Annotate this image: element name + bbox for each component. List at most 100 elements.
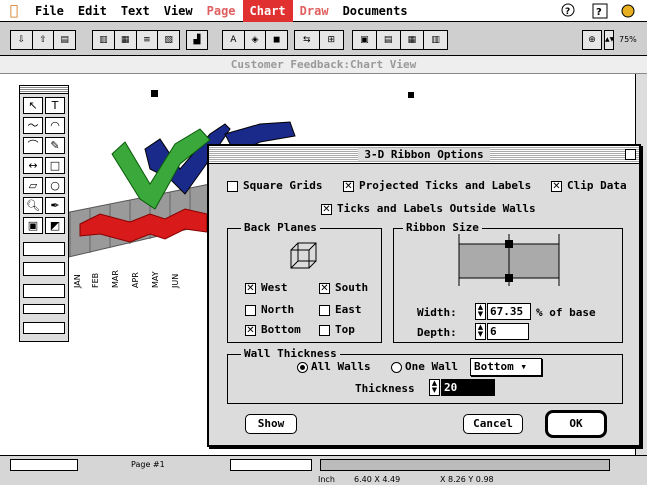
width-label: Width: <box>417 306 457 319</box>
arc-tool-icon[interactable]: ◠ <box>45 117 65 134</box>
file-buttons-group[interactable]: ⇩ ⇧ ▤ <box>10 30 76 50</box>
coordinates-readout: X 8.26 Y 0.98 <box>440 475 494 484</box>
zoom-tool-button[interactable]: ⊕ <box>582 30 602 50</box>
save-icon[interactable]: ⇧ <box>33 31 55 49</box>
show-button[interactable]: Show <box>245 414 297 434</box>
chart-type-button[interactable]: ▟ <box>186 30 208 50</box>
color-tool-icon[interactable]: ▣ <box>23 217 43 234</box>
apple-menu-icon[interactable]:  <box>0 0 28 22</box>
ok-button[interactable]: OK <box>545 410 607 438</box>
ribbon-size-preview[interactable] <box>449 234 569 286</box>
thickness-stepper[interactable]: ▲ ▼ <box>429 379 440 396</box>
all-walls-radio[interactable] <box>297 362 308 373</box>
layout-icon[interactable]: ▧ <box>158 31 179 49</box>
horizontal-scrollbar[interactable] <box>320 459 610 471</box>
zoom-icon[interactable]: ⊕ <box>583 31 601 49</box>
fill-swatch[interactable] <box>23 242 65 256</box>
line-width-swatch[interactable] <box>23 304 65 314</box>
units-readout: Inch <box>318 475 335 484</box>
wall-select[interactable]: Bottom ▾ <box>470 358 542 376</box>
menu-text[interactable]: Text <box>114 0 157 22</box>
page-number: Page #1 <box>131 460 165 469</box>
east-checkbox[interactable] <box>319 305 330 316</box>
distribute-icon[interactable]: ▥ <box>424 31 447 49</box>
text-tool-icon[interactable]: T <box>45 97 65 114</box>
series-icon[interactable]: ⇆ <box>295 31 320 49</box>
line-icon[interactable]: ◼ <box>266 31 287 49</box>
one-wall-radio[interactable] <box>391 362 402 373</box>
zoom-stepper-icon[interactable]: ▲▼ <box>605 31 614 49</box>
group-icon[interactable]: ▦ <box>401 31 425 49</box>
pencil-tool-icon[interactable]: ✎ <box>45 137 65 154</box>
print-icon[interactable]: ▤ <box>54 31 75 49</box>
format-buttons-group[interactable]: A ◈ ◼ <box>222 30 288 50</box>
width-field[interactable]: 67.35 <box>487 303 531 320</box>
menu-edit[interactable]: Edit <box>71 0 114 22</box>
projected-ticks-checkbox[interactable]: ✕ <box>343 181 354 192</box>
width-stepper[interactable]: ▲ ▼ <box>475 303 486 320</box>
zoom-stepper[interactable]: ▲▼ <box>604 30 614 50</box>
top-checkbox[interactable] <box>319 325 330 336</box>
one-wall-label: One Wall <box>405 360 458 373</box>
series-buttons-group[interactable]: ⇆ ⊞ <box>294 30 344 50</box>
connector-tool-icon[interactable]: ↔ <box>23 157 43 174</box>
dialog-title-bar[interactable]: 3-D Ribbon Options <box>209 146 639 164</box>
view-buttons-group[interactable]: ▥ ▦ ≡ ▧ <box>92 30 180 50</box>
projected-ticks-label: Projected Ticks and Labels <box>359 179 532 192</box>
arrow-tool-icon[interactable]: ↖ <box>23 97 43 114</box>
list-icon[interactable]: ≡ <box>137 31 159 49</box>
bottom-checkbox[interactable]: ✕ <box>245 325 256 336</box>
size-readout: 6.40 X 4.49 <box>354 475 401 484</box>
page-navigation[interactable] <box>10 459 78 471</box>
menu-documents[interactable]: Documents <box>336 0 415 22</box>
menu-file[interactable]: File <box>28 0 71 22</box>
frame-tool-icon[interactable]: ◩ <box>45 217 65 234</box>
square-grids-checkbox[interactable] <box>227 181 238 192</box>
bar-chart-icon[interactable]: ▟ <box>187 31 207 49</box>
line-swatch[interactable] <box>23 284 65 298</box>
view-mode-buttons[interactable] <box>230 459 312 471</box>
arrowhead-swatch[interactable] <box>23 322 65 334</box>
depth-stepper[interactable]: ▲ ▼ <box>475 323 486 340</box>
menu-page[interactable]: Page <box>200 0 243 22</box>
grid-icon[interactable]: ▥ <box>93 31 115 49</box>
pattern-swatch[interactable] <box>23 262 65 276</box>
west-checkbox[interactable]: ✕ <box>245 283 256 294</box>
zoom-tool-icon[interactable]: 🔍︎ <box>23 197 43 214</box>
menu-draw[interactable]: Draw <box>293 0 336 22</box>
ribbon-options-dialog: 3-D Ribbon Options Square Grids ✕ Projec… <box>207 144 641 447</box>
menu-view[interactable]: View <box>157 0 200 22</box>
tick-label: JAN <box>73 274 82 289</box>
zoom-box-icon[interactable] <box>625 149 636 160</box>
layout-buttons-group[interactable]: ▣ ▤ ▦ ▥ <box>352 30 448 50</box>
curve-tool-icon[interactable]: ⌒ <box>23 137 43 154</box>
line-tool-icon[interactable]: 〜 <box>23 117 43 134</box>
eyedropper-tool-icon[interactable]: ✒ <box>45 197 65 214</box>
north-checkbox[interactable] <box>245 305 256 316</box>
ticks-outside-checkbox[interactable]: ✕ <box>321 204 332 215</box>
rectangle-tool-icon[interactable]: □ <box>45 157 65 174</box>
axis-icon[interactable]: ⊞ <box>320 31 344 49</box>
help-icon[interactable]: ? <box>592 3 608 19</box>
cancel-button[interactable]: Cancel <box>463 414 523 434</box>
zoom-level: 75% <box>619 35 637 44</box>
polygon-tool-icon[interactable]: ▱ <box>23 177 43 194</box>
wall-thickness-title: Wall Thickness <box>241 347 340 360</box>
application-menu-icon[interactable] <box>620 3 636 19</box>
balloon-help-icon[interactable]: ? <box>560 3 576 19</box>
clip-data-checkbox[interactable]: ✕ <box>551 181 562 192</box>
text-style-icon[interactable]: A <box>223 31 245 49</box>
thickness-field[interactable]: 20 <box>441 379 495 396</box>
palette-title-bar[interactable] <box>20 86 68 94</box>
south-checkbox[interactable]: ✕ <box>319 283 330 294</box>
open-icon[interactable]: ⇩ <box>11 31 33 49</box>
fill-icon[interactable]: ◈ <box>245 31 267 49</box>
menu-chart[interactable]: Chart <box>242 0 293 22</box>
oval-tool-icon[interactable]: ○ <box>45 177 65 194</box>
tick-label: MAR <box>111 270 120 288</box>
cube-icon <box>289 241 319 271</box>
arrange-icon[interactable]: ▣ <box>353 31 377 49</box>
align-icon[interactable]: ▤ <box>377 31 401 49</box>
table-icon[interactable]: ▦ <box>115 31 137 49</box>
depth-field[interactable]: 6 <box>487 323 529 340</box>
